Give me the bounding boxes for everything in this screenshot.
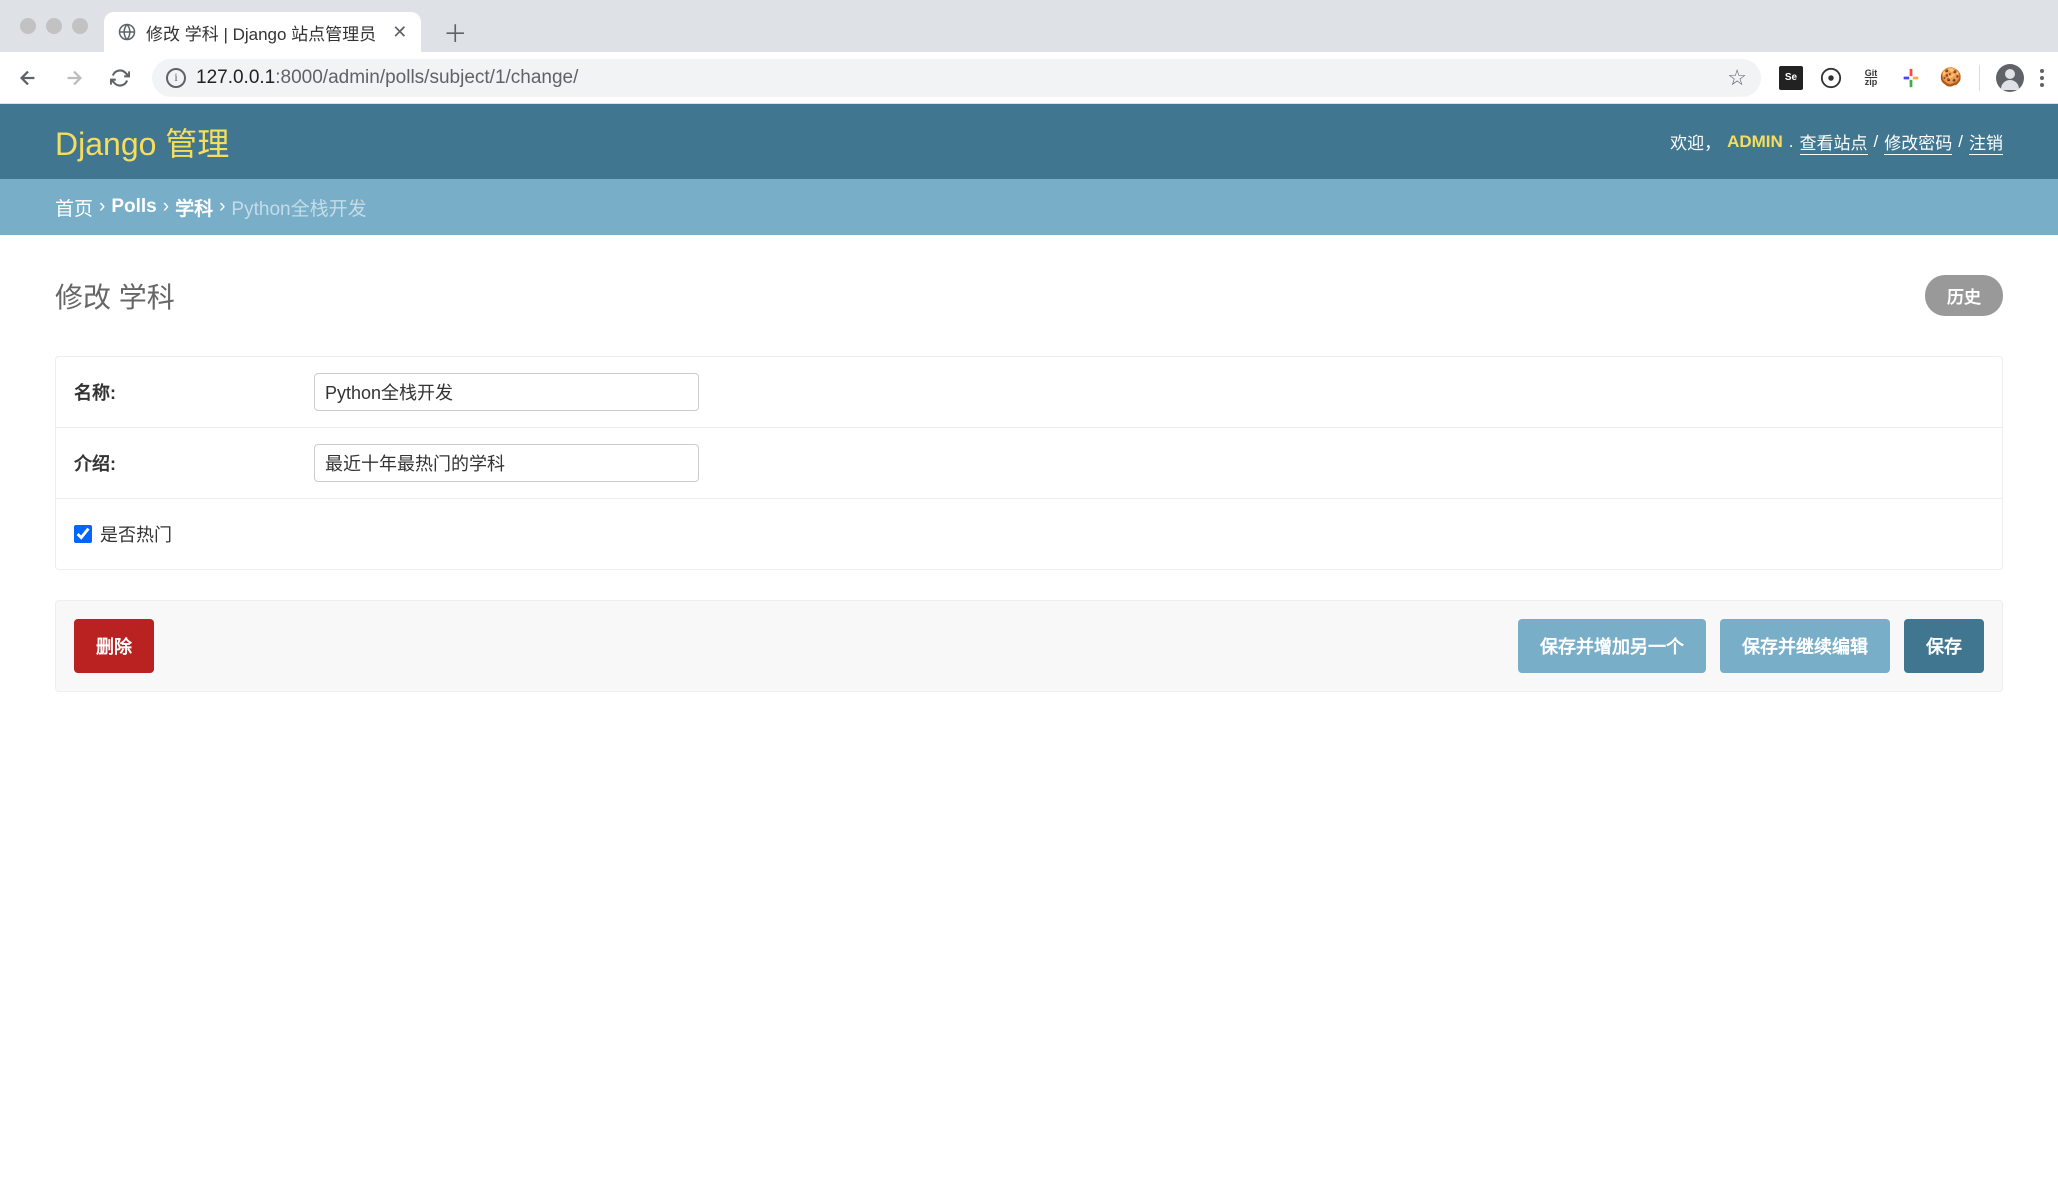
save-continue-button[interactable]: 保存并继续编辑: [1720, 619, 1890, 673]
submit-actions: 保存并增加另一个 保存并继续编辑 保存: [1518, 619, 1984, 673]
close-tab-icon[interactable]: ✕: [392, 22, 407, 43]
circle-extension-icon[interactable]: [1819, 66, 1843, 90]
is-hot-checkbox[interactable]: [74, 525, 92, 543]
site-branding[interactable]: Django 管理: [55, 119, 229, 165]
breadcrumb-model[interactable]: 学科: [175, 194, 213, 221]
breadcrumb-home[interactable]: 首页: [55, 194, 93, 221]
change-password-link[interactable]: 修改密码: [1884, 129, 1952, 155]
browser-chrome: 修改 学科 | Django 站点管理员 ✕ ＋ i 127.0.0.1:800…: [0, 0, 2058, 104]
url-text: 127.0.0.1:8000/admin/polls/subject/1/cha…: [196, 67, 1717, 89]
bookmark-star-icon[interactable]: ☆: [1727, 65, 1747, 91]
save-button[interactable]: 保存: [1904, 619, 1984, 673]
form-module: 名称: 介绍: 是否热门: [55, 356, 2003, 570]
form-row-name: 名称:: [56, 357, 2002, 428]
logout-link[interactable]: 注销: [1969, 129, 2003, 155]
profile-avatar-icon[interactable]: [1996, 64, 2024, 92]
selenium-extension-icon[interactable]: Se: [1779, 66, 1803, 90]
window-controls: [12, 18, 96, 34]
is-hot-label[interactable]: 是否热门: [100, 521, 172, 547]
url-port: :8000: [275, 67, 323, 88]
minimize-window-button[interactable]: [46, 18, 62, 34]
content-area: 修改 学科 历史 名称: 介绍: 是否热门 删除 保存并增加另一个 保存并继续编…: [0, 235, 2058, 732]
toolbar-divider: [1979, 65, 1980, 91]
url-path: /admin/polls/subject/1/change/: [323, 67, 579, 88]
address-bar[interactable]: i 127.0.0.1:8000/admin/polls/subject/1/c…: [152, 59, 1761, 97]
cookie-extension-icon[interactable]: 🍪: [1939, 66, 1963, 90]
name-input[interactable]: [314, 373, 699, 411]
browser-tab[interactable]: 修改 学科 | Django 站点管理员 ✕: [104, 12, 421, 52]
form-row-intro: 介绍:: [56, 428, 2002, 499]
browser-tab-strip: 修改 学科 | Django 站点管理员 ✕ ＋: [0, 0, 2058, 52]
url-host: 127.0.0.1: [196, 67, 275, 88]
content-header: 修改 学科 历史: [55, 275, 2003, 316]
close-window-button[interactable]: [20, 18, 36, 34]
form-row-hot: 是否热门: [56, 499, 2002, 569]
toolbar-extensions: Se Gitzip 🍪: [1779, 64, 2044, 92]
reload-button[interactable]: [106, 64, 134, 92]
view-site-link[interactable]: 查看站点: [1800, 129, 1868, 155]
breadcrumb-app[interactable]: Polls: [111, 196, 156, 218]
submit-row: 删除 保存并增加另一个 保存并继续编辑 保存: [55, 600, 2003, 692]
gitzip-extension-icon[interactable]: Gitzip: [1859, 66, 1883, 90]
username: ADMIN: [1727, 132, 1783, 152]
history-button[interactable]: 历史: [1925, 275, 2003, 316]
breadcrumbs: 首页 › Polls › 学科 › Python全栈开发: [0, 179, 2058, 235]
page-title: 修改 学科: [55, 276, 175, 316]
globe-icon: [118, 23, 136, 41]
name-label: 名称:: [74, 379, 314, 405]
welcome-text: 欢迎，: [1670, 129, 1721, 154]
breadcrumb-current: Python全栈开发: [231, 194, 366, 221]
site-info-icon[interactable]: i: [166, 68, 186, 88]
intro-label: 介绍:: [74, 450, 314, 476]
colorful-extension-icon[interactable]: [1899, 66, 1923, 90]
browser-menu-icon[interactable]: [2040, 69, 2044, 87]
new-tab-button[interactable]: ＋: [443, 14, 467, 49]
browser-toolbar: i 127.0.0.1:8000/admin/polls/subject/1/c…: [0, 52, 2058, 104]
tab-title: 修改 学科 | Django 站点管理员: [146, 20, 376, 45]
user-tools: 欢迎， ADMIN. 查看站点 / 修改密码 / 注销: [1670, 129, 2003, 155]
delete-button[interactable]: 删除: [74, 619, 154, 673]
back-button[interactable]: [14, 64, 42, 92]
maximize-window-button[interactable]: [72, 18, 88, 34]
admin-header: Django 管理 欢迎， ADMIN. 查看站点 / 修改密码 / 注销: [0, 104, 2058, 179]
save-add-another-button[interactable]: 保存并增加另一个: [1518, 619, 1706, 673]
forward-button[interactable]: [60, 64, 88, 92]
intro-input[interactable]: [314, 444, 699, 482]
